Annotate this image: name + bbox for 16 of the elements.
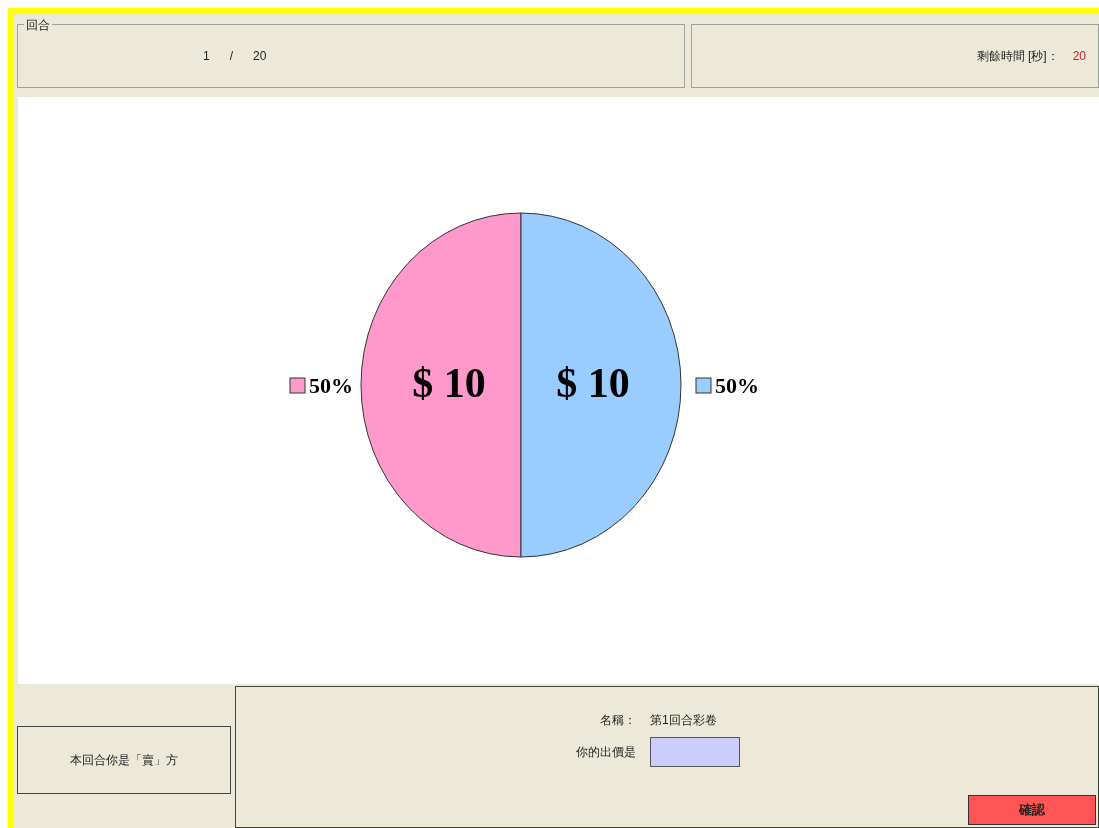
role-text: 本回合你是「賣」方: [70, 752, 178, 769]
slice-percent: 50%: [309, 373, 353, 398]
timer-label: 剩餘時間 [秒]：: [976, 48, 1059, 65]
confirm-button[interactable]: 確認: [968, 795, 1096, 825]
name-value: 第1回合彩卷: [650, 712, 718, 729]
price-label: 你的出價是: [576, 744, 636, 761]
separator: /: [229, 48, 234, 65]
current-round: 1: [203, 48, 210, 65]
slice-amount: $ 10: [412, 360, 486, 406]
name-label: 名稱：: [599, 712, 636, 729]
group-title: 回合: [24, 16, 52, 34]
slice-amount: $ 10: [556, 360, 630, 406]
total-rounds: 20: [253, 48, 267, 65]
timer-value: 20: [1072, 48, 1086, 65]
price-input[interactable]: [650, 737, 740, 767]
slice-percent: 50%: [715, 373, 759, 398]
